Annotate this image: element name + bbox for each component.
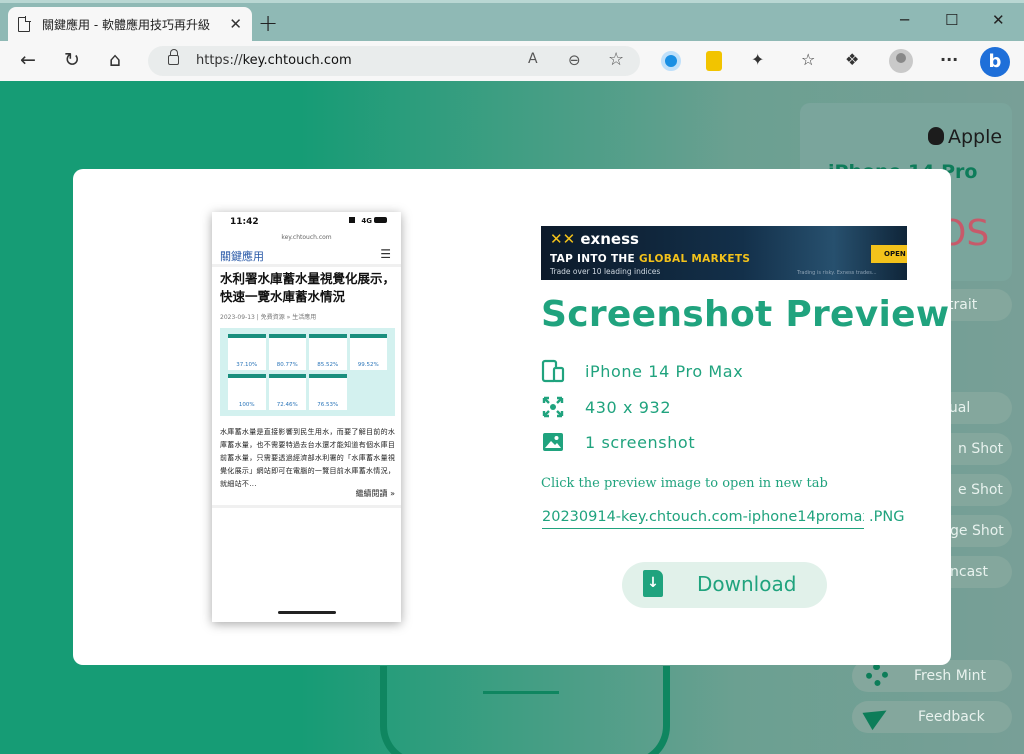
- reservoir-card: 100%: [228, 374, 266, 410]
- phone-url: key.chtouch.com: [281, 234, 332, 241]
- signal-icon: [349, 217, 360, 223]
- refresh-button[interactable]: ↻: [64, 49, 80, 71]
- ad-logo: ✕✕ exness: [550, 230, 639, 248]
- device-icon: [541, 359, 565, 383]
- ad-open-button[interactable]: OPEN: [871, 245, 907, 263]
- back-button[interactable]: ←: [20, 49, 36, 71]
- divider: [212, 264, 401, 267]
- download-label: Download: [697, 572, 797, 596]
- url-text[interactable]: https://key.chtouch.com: [196, 53, 352, 68]
- reservoir-card: 99.52%: [349, 334, 387, 370]
- ad-subline: Trade over 10 leading indices: [550, 267, 661, 276]
- ad-headline: TAP INTO THE GLOBAL MARKETS: [550, 253, 750, 265]
- modal-title: Screenshot Preview: [541, 294, 950, 335]
- favorite-star-icon[interactable]: ☆: [608, 49, 624, 70]
- apple-label: Apple: [928, 126, 1002, 148]
- favorites-icon[interactable]: ☆: [801, 50, 815, 69]
- tab-title: 關鍵應用 - 軟體應用技巧再升級: [42, 17, 210, 32]
- reservoir-card: 85.52%: [309, 334, 347, 370]
- resolution-row: 430 x 932: [541, 395, 671, 419]
- phone-home-bar: [483, 691, 559, 694]
- phone-article-excerpt: 水庫蓄水量是直接影響到民生用水，而要了解目前的水庫蓄水量，也不需要特過去台水還才…: [220, 428, 396, 488]
- resolution-icon: [542, 396, 564, 418]
- resolution-value: 430 x 932: [585, 397, 672, 417]
- divider: [212, 505, 401, 508]
- ad-logo-text: exness: [580, 230, 639, 248]
- extensions-icon[interactable]: ✦: [751, 50, 764, 69]
- tab-close-icon[interactable]: ✕: [229, 15, 242, 33]
- phone-outline: [380, 666, 670, 754]
- ad-headline-a: TAP INTO THE: [550, 253, 639, 265]
- phone-status: 4G: [349, 217, 387, 225]
- minimize-button[interactable]: ─: [900, 11, 909, 29]
- screenshot-preview-modal: 11:42 4G key.chtouch.com 關鍵應用 ☰ 水利署水庫蓄水量…: [73, 169, 951, 665]
- url-host: key.chtouch.com: [242, 53, 352, 68]
- reservoir-grid: 37.10% 80.77% 85.52% 99.52% 100% 72.46% …: [228, 334, 387, 410]
- battery-icon: [374, 217, 387, 223]
- reservoir-card: 72.46%: [268, 374, 306, 410]
- address-bar-row: ← ↻ ⌂ https://key.chtouch.com A ⊖ ☆ ✦ ☆ …: [0, 41, 1024, 81]
- lock-icon[interactable]: [168, 49, 179, 65]
- notes-extension-icon[interactable]: [706, 51, 722, 71]
- phone-site-brand: 關鍵應用: [220, 250, 264, 263]
- reservoir-card: 76.53%: [309, 374, 347, 410]
- apple-text: Apple: [948, 126, 1003, 148]
- ad-headline-b: GLOBAL MARKETS: [638, 253, 751, 265]
- image-icon: [543, 433, 563, 451]
- network-label: 4G: [361, 217, 372, 225]
- gear-icon: [866, 664, 888, 686]
- phone-article-image: 37.10% 80.77% 85.52% 99.52% 100% 72.46% …: [220, 328, 395, 416]
- copilot-icon[interactable]: b: [980, 47, 1010, 77]
- phone-time: 11:42: [230, 217, 259, 227]
- phone-article-title: 水利署水庫蓄水量視覺化展示，快速一覽水庫蓄水情況: [220, 271, 396, 304]
- count-row: 1 screenshot: [541, 430, 695, 454]
- download-file-icon: [643, 570, 663, 597]
- close-window-button[interactable]: ✕: [992, 11, 1005, 29]
- phone-home-indicator: [278, 611, 336, 614]
- device-row: iPhone 14 Pro Max: [541, 359, 743, 383]
- new-tab-button[interactable]: +: [258, 10, 278, 36]
- maximize-button[interactable]: ☐: [945, 11, 958, 29]
- more-icon[interactable]: ···: [940, 50, 958, 69]
- read-aloud-icon[interactable]: A: [528, 51, 538, 67]
- ad-banner[interactable]: ✕✕ exness TAP INTO THE GLOBAL MARKETS Tr…: [541, 226, 907, 280]
- preview-image[interactable]: 11:42 4G key.chtouch.com 關鍵應用 ☰ 水利署水庫蓄水量…: [212, 212, 401, 622]
- preview-hint: Click the preview image to open in new t…: [541, 476, 828, 491]
- ad-logo-mark: ✕✕: [550, 230, 576, 248]
- phone-menu-icon: ☰: [380, 247, 391, 261]
- ad-fine-print: Trading is risky. Exness trades...: [797, 270, 877, 276]
- home-button[interactable]: ⌂: [109, 49, 121, 71]
- reservoir-card: 80.77%: [268, 334, 306, 370]
- page-icon: [18, 15, 31, 32]
- phone-read-more: 繼續閱讀 »: [355, 489, 395, 498]
- address-bar[interactable]: https://key.chtouch.com A ⊖ ☆: [148, 46, 640, 76]
- reservoir-card: 37.10%: [228, 334, 266, 370]
- file-extension[interactable]: .PNG: [869, 509, 904, 525]
- tab-active[interactable]: 關鍵應用 - 軟體應用技巧再升級 ✕: [8, 7, 252, 41]
- filename-link[interactable]: 20230914-key.chtouch.com-iphone14promax: [542, 509, 864, 529]
- apple-logo-icon: [928, 127, 944, 145]
- reservoir-card-empty: [350, 374, 388, 410]
- collections-icon[interactable]: ❖: [845, 50, 859, 69]
- url-scheme: https://: [196, 53, 243, 68]
- tab-bar: 關鍵應用 - 軟體應用技巧再升級 ✕ + ─ ☐ ✕: [0, 3, 1024, 41]
- profile-avatar[interactable]: [889, 49, 913, 73]
- edge-extension-icon[interactable]: [661, 51, 681, 71]
- download-button[interactable]: Download: [622, 562, 827, 608]
- zoom-icon[interactable]: ⊖: [568, 51, 581, 69]
- screenshot-count: 1 screenshot: [585, 432, 696, 452]
- device-name: iPhone 14 Pro Max: [585, 361, 744, 381]
- phone-article-meta: 2023-09-13 | 免費資源 » 生活應用: [220, 314, 317, 321]
